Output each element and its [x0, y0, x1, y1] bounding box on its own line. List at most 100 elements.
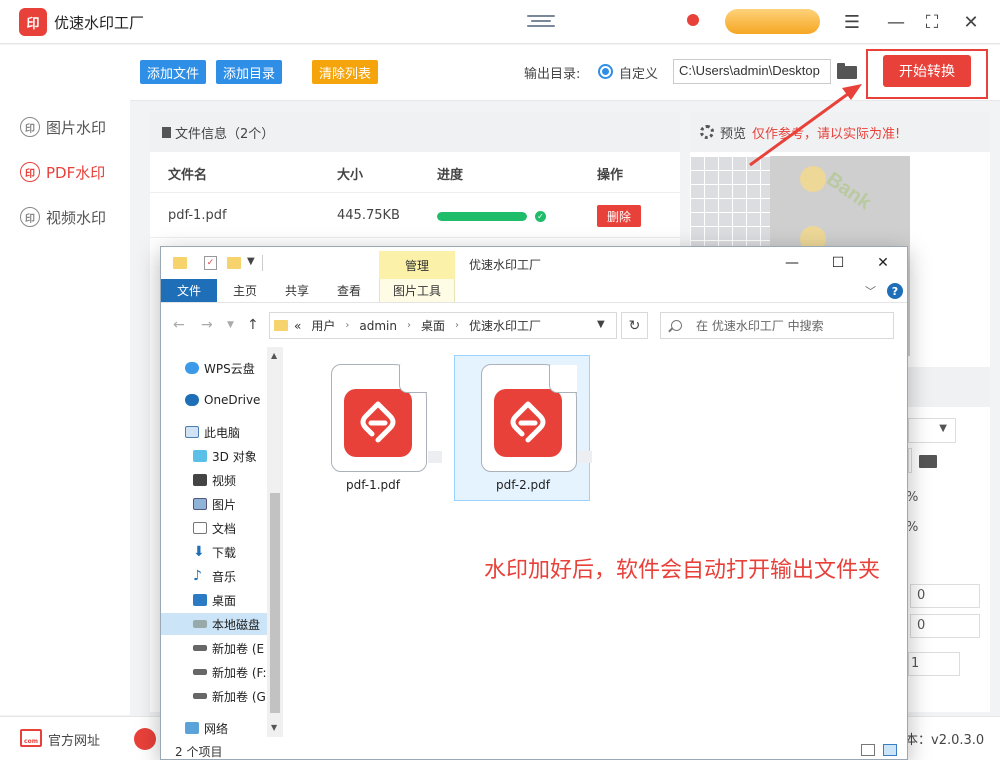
sidebar-item-label: 视频水印: [46, 208, 107, 227]
document-icon: [193, 522, 207, 534]
custom-radio-label[interactable]: 自定义: [619, 63, 658, 82]
clear-list-button[interactable]: 清除列表: [312, 60, 379, 84]
notification-icon[interactable]: [687, 14, 699, 26]
progress-fill: [437, 212, 527, 221]
count-stepper[interactable]: 1: [908, 652, 960, 676]
breadcrumb-item[interactable]: 桌面: [421, 317, 445, 334]
nav-label: 新加卷 (G: [212, 689, 266, 704]
file-item[interactable]: pdf-2.pdf: [454, 355, 592, 501]
scroll-up-icon[interactable]: ▲: [271, 351, 277, 360]
nav-label: OneDrive: [204, 393, 261, 407]
tab-manage[interactable]: 管理: [379, 251, 455, 279]
drive-icon: [193, 669, 207, 675]
sidebar-item-label: PDF水印: [46, 163, 106, 182]
address-dropdown-icon[interactable]: ▼: [597, 319, 605, 330]
column-header-name: 文件名: [168, 168, 208, 183]
stepper-value: 1: [911, 656, 920, 671]
breadcrumb-item[interactable]: admin: [359, 319, 397, 333]
recent-locations-icon[interactable]: ▼: [227, 320, 234, 330]
breadcrumb-item[interactable]: 用户: [311, 317, 335, 334]
file-size-cell: 445.75KB: [337, 208, 400, 223]
scan-icon[interactable]: [527, 12, 555, 32]
menu-icon[interactable]: ☰: [838, 8, 866, 36]
settings-path-field[interactable]: [908, 448, 912, 473]
close-icon[interactable]: ✕: [866, 251, 900, 275]
offset-x-stepper[interactable]: 0: [910, 584, 980, 608]
details-view-icon[interactable]: [861, 744, 875, 756]
website-icon[interactable]: com: [20, 729, 42, 747]
minimize-icon[interactable]: —: [882, 8, 910, 36]
file-name-label: pdf-1.pdf: [345, 478, 401, 492]
download-icon: ⬇: [193, 544, 205, 560]
expand-ribbon-icon[interactable]: ﹀: [865, 283, 876, 299]
up-arrow-icon[interactable]: ↑: [247, 317, 259, 333]
drive-icon: [193, 620, 207, 628]
add-file-button[interactable]: 添加文件: [140, 60, 207, 84]
decoration: [578, 451, 592, 463]
tab-home[interactable]: 主页: [221, 279, 269, 302]
custom-radio[interactable]: [598, 64, 613, 79]
nav-scrollbar[interactable]: ▲ ▼: [267, 347, 283, 737]
folder-icon[interactable]: [919, 455, 937, 468]
offset-y-stepper[interactable]: 0: [910, 614, 980, 638]
close-icon[interactable]: ✕: [957, 8, 985, 36]
new-folder-icon[interactable]: [227, 257, 241, 269]
nav-label: 视频: [212, 473, 237, 488]
forward-arrow-icon[interactable]: →: [201, 317, 213, 333]
refresh-icon[interactable]: ↻: [621, 312, 648, 339]
help-icon[interactable]: ?: [887, 283, 903, 299]
maximize-icon[interactable]: ☐: [821, 251, 855, 275]
music-icon: ♪: [193, 568, 202, 584]
official-site-link[interactable]: 官方网址: [48, 730, 100, 749]
properties-icon[interactable]: ✓: [204, 256, 217, 270]
output-path-input[interactable]: C:\Users\admin\Desktop: [673, 59, 831, 84]
search-icon: [671, 320, 682, 331]
preview-label: 预览: [720, 126, 747, 142]
progress-bar: [437, 212, 527, 221]
back-arrow-icon[interactable]: ←: [173, 317, 185, 333]
breadcrumb-prefix[interactable]: «: [294, 319, 301, 333]
tab-picture-tools[interactable]: 图片工具: [379, 279, 455, 302]
start-convert-button[interactable]: 开始转换: [883, 55, 971, 87]
video-icon: [193, 474, 207, 486]
pdf-icon: [344, 389, 412, 457]
breadcrumb-item[interactable]: 优速水印工厂: [469, 317, 541, 334]
search-input[interactable]: 在 优速水印工厂 中搜索: [660, 312, 894, 339]
computer-icon: [185, 426, 199, 438]
title-bar: 印 优速水印工厂 ☰ — ⛶ ✕: [0, 0, 1000, 44]
nav-label: WPS云盘: [204, 361, 255, 376]
nav-label: 音乐: [212, 569, 237, 584]
sidebar-item-video-watermark[interactable]: 印 视频水印: [20, 202, 106, 232]
tab-view[interactable]: 查看: [325, 279, 373, 302]
browse-folder-icon[interactable]: [837, 63, 857, 79]
output-dir-label: 输出目录:: [524, 67, 581, 82]
settings-dropdown[interactable]: ▼: [908, 418, 956, 443]
nav-item-local-disk[interactable]: 本地磁盘: [161, 613, 267, 635]
customize-toolbar-icon[interactable]: ▼: [247, 256, 255, 267]
scroll-down-icon[interactable]: ▼: [271, 723, 277, 732]
status-bar: 2 个项目: [161, 739, 907, 759]
qq-icon[interactable]: [134, 728, 156, 750]
file-item[interactable]: pdf-1.pdf: [304, 355, 442, 501]
watermark-logo-icon: [800, 166, 826, 192]
tab-share[interactable]: 共享: [273, 279, 321, 302]
delete-button[interactable]: 删除: [597, 205, 641, 227]
minimize-icon[interactable]: —: [775, 251, 809, 275]
pdf-icon: [494, 389, 562, 457]
nav-label: 此电脑: [204, 425, 241, 440]
cube-icon: [193, 450, 207, 462]
add-directory-button[interactable]: 添加目录: [216, 60, 283, 84]
sidebar-item-pdf-watermark[interactable]: 印 PDF水印: [20, 157, 105, 187]
check-icon: ✓: [535, 211, 546, 222]
table-row[interactable]: pdf-1.pdf 445.75KB ✓ 删除: [150, 192, 680, 238]
sidebar-item-image-watermark[interactable]: 印 图片水印: [20, 112, 106, 142]
scroll-thumb[interactable]: [270, 493, 280, 713]
large-icons-view-icon[interactable]: [883, 744, 897, 756]
maximize-icon[interactable]: ⛶: [918, 8, 946, 36]
tab-file[interactable]: 文件: [161, 279, 217, 302]
promo-button[interactable]: [725, 9, 820, 34]
address-bar[interactable]: « 用户 › admin › 桌面 › 优速水印工厂: [269, 312, 617, 339]
preview-header: 预览 仅作参考，请以实际为准!: [690, 112, 990, 152]
file-info-header: 文件信息（2个）: [150, 112, 680, 152]
ribbon-tabs: 文件 主页 共享 查看 图片工具 ﹀ ?: [161, 279, 907, 303]
